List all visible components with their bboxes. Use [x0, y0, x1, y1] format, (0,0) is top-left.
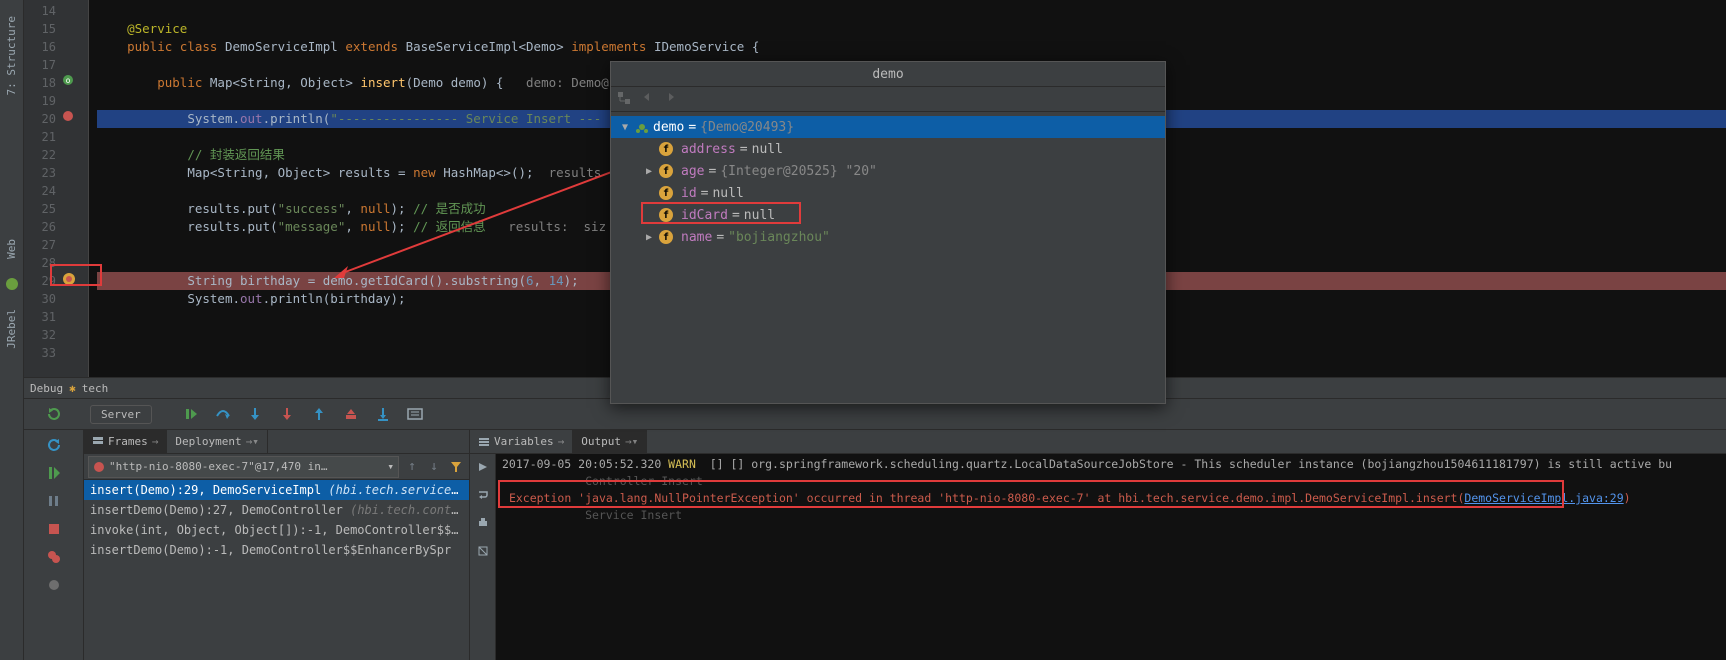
debug-label: Debug: [30, 382, 63, 395]
debugger-value-popup[interactable]: demo ▼ demo = {Demo@20493}faddress = nul…: [610, 61, 1166, 404]
server-tab[interactable]: Server: [90, 405, 152, 424]
stack-frame[interactable]: invoke(int, Object, Object[]):-1, DemoCo…: [84, 520, 469, 540]
back-icon[interactable]: [641, 91, 657, 107]
run-to-cursor-button[interactable]: [374, 405, 392, 423]
svg-text:o: o: [66, 76, 71, 85]
step-into-button[interactable]: [246, 405, 264, 423]
stop-button[interactable]: [45, 520, 63, 538]
left-tool-sidebar: 7: Structure Web JRebel: [0, 0, 24, 660]
drop-frame-button[interactable]: [342, 405, 360, 423]
filter-frames-button[interactable]: [447, 458, 465, 476]
stacktrace-link[interactable]: DemoServiceImpl.java:29: [1464, 491, 1623, 505]
bug-icon: ✱: [69, 382, 76, 395]
force-step-into-button[interactable]: [278, 405, 296, 423]
prev-frame-button[interactable]: ↑: [403, 458, 421, 476]
field-row[interactable]: faddress = null: [611, 138, 1165, 160]
resume-button[interactable]: [182, 405, 200, 423]
web-tab[interactable]: Web: [3, 231, 20, 267]
jrebel-icon[interactable]: [5, 277, 19, 291]
resume2-button[interactable]: [45, 464, 63, 482]
evaluate-button[interactable]: [406, 405, 424, 423]
debug-side-tools: [24, 430, 84, 660]
step-out-button[interactable]: [310, 405, 328, 423]
field-row[interactable]: ▶fname = "bojiangzhou": [611, 226, 1165, 248]
pause-button[interactable]: [45, 492, 63, 510]
next-frame-button[interactable]: ↓: [425, 458, 443, 476]
console-output[interactable]: 2017-09-05 20:05:52.320 WARN [] [] org.s…: [496, 454, 1726, 660]
gutter[interactable]: 1415161718192021222324252627282930313233…: [24, 0, 89, 377]
popup-toolbar: [611, 87, 1165, 112]
output-tab[interactable]: Output →▾: [573, 430, 647, 453]
structure-tab[interactable]: 7: Structure: [3, 8, 20, 103]
mute-bp-button[interactable]: [45, 576, 63, 594]
field-row[interactable]: fid = null: [611, 182, 1165, 204]
app-root: 7: Structure Web JRebel 1415161718192021…: [0, 0, 1726, 660]
clear-button[interactable]: [474, 542, 492, 560]
popup-tree[interactable]: ▼ demo = {Demo@20493}faddress = null▶fag…: [611, 112, 1165, 248]
run-config-name[interactable]: tech: [82, 382, 109, 395]
stack-frame[interactable]: insert(Demo):29, DemoServiceImpl (hbi.te…: [84, 480, 469, 500]
field-row[interactable]: ▶fage = {Integer@20525} "20": [611, 160, 1165, 182]
step-over-button[interactable]: [214, 405, 232, 423]
forward-icon[interactable]: [665, 91, 681, 107]
variables-tab[interactable]: Variables→: [470, 430, 573, 453]
update-button[interactable]: [45, 436, 63, 454]
console-tools: [470, 454, 496, 660]
scroll-end-button[interactable]: [474, 458, 492, 476]
rerun-button[interactable]: [45, 405, 63, 423]
tree-icon[interactable]: [617, 91, 633, 107]
thread-combo[interactable]: "http-nio-8080-exec-7"@17,470 in… ▾: [88, 456, 399, 478]
breakpoints-button[interactable]: [45, 548, 63, 566]
frames-tab[interactable]: Frames→: [84, 430, 167, 453]
jrebel-tab[interactable]: JRebel: [3, 301, 20, 357]
frames-panel: Frames→ Deployment →▾ "http-nio-8080-exe…: [84, 430, 470, 660]
debug-tool-window: Debug ✱ tech Server: [24, 377, 1726, 660]
frame-list[interactable]: insert(Demo):29, DemoServiceImpl (hbi.te…: [84, 480, 469, 660]
print-button[interactable]: [474, 514, 492, 532]
stack-frame[interactable]: insertDemo(Demo):27, DemoController (hbi…: [84, 500, 469, 520]
field-row[interactable]: fidCard = null: [611, 204, 1165, 226]
stack-frame[interactable]: insertDemo(Demo):-1, DemoController$$Enh…: [84, 540, 469, 560]
popup-title: demo: [611, 62, 1165, 87]
soft-wrap-button[interactable]: [474, 486, 492, 504]
deployment-tab[interactable]: Deployment →▾: [167, 430, 267, 453]
